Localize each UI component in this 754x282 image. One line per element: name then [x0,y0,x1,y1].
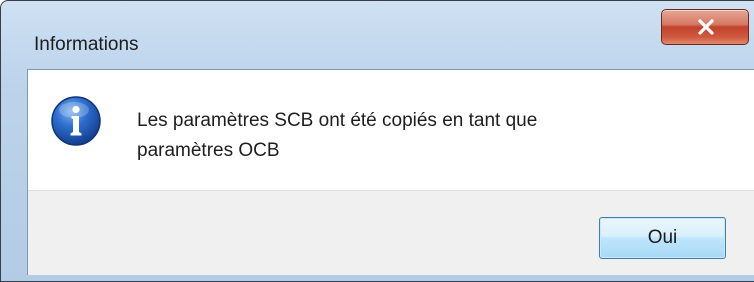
info-icon [51,96,101,146]
message-dialog: Informations Les paramètres SCB ont été … [0,0,754,282]
title-bar[interactable]: Informations [1,1,754,69]
dialog-title: Informations [34,34,139,55]
dialog-content: Les paramètres SCB ont été copiés en tan… [27,69,754,275]
oui-button[interactable]: Oui [599,217,726,259]
message-text: Les paramètres SCB ont été copiés en tan… [137,106,697,166]
button-bar: Oui [28,190,754,275]
message-line-1: Les paramètres SCB ont été copiés en tan… [137,110,538,131]
close-x-icon [698,19,714,35]
message-area: Les paramètres SCB ont été copiés en tan… [28,70,754,190]
close-button[interactable] [661,9,749,45]
message-line-2: paramètres OCB [137,140,280,161]
